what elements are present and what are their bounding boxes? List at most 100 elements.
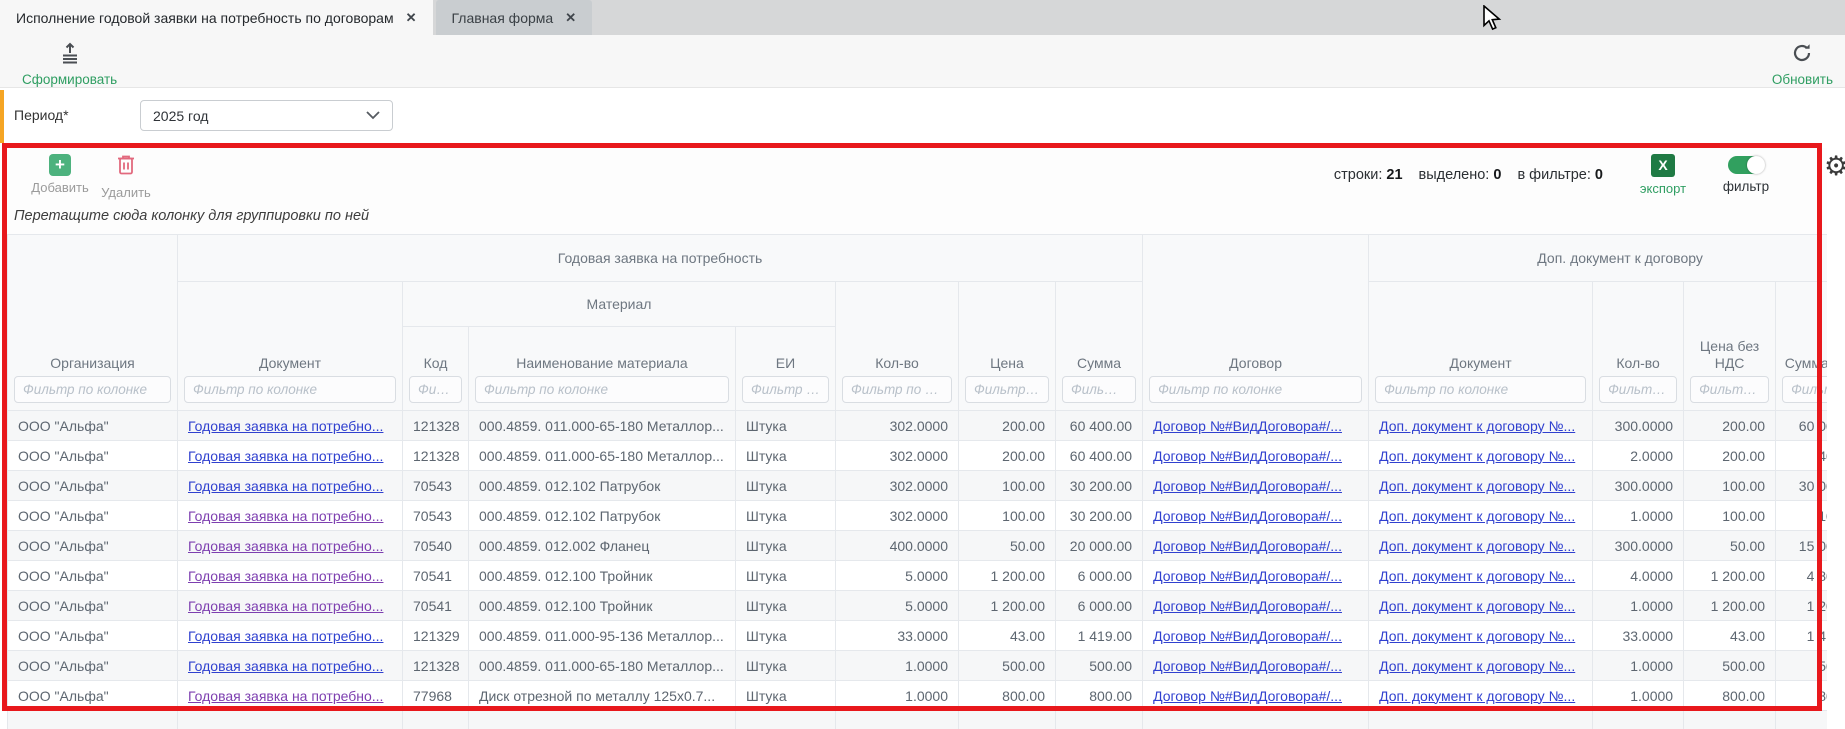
table-row[interactable]: ООО "Альфа"Годовая заявка на потребно...… [8, 621, 1828, 651]
toggle-switch-on[interactable] [1728, 156, 1764, 174]
delete-button[interactable]: Удалить [93, 154, 159, 200]
addendum-link[interactable]: Доп. документ к договору №... [1379, 538, 1575, 554]
cell-dop_qty: 1.0000 [1593, 681, 1684, 711]
period-select[interactable]: 2025 год [140, 100, 393, 131]
period-row: Период* 2025 год [0, 88, 1845, 143]
filter-input-sum[interactable] [1062, 376, 1136, 403]
col-header-code[interactable]: Код [403, 327, 469, 411]
col-header-organization[interactable]: Организация [8, 235, 178, 411]
addendum-link[interactable]: Доп. документ к договору №... [1379, 478, 1575, 494]
contract-link[interactable]: Договор №#ВидДоговора#/... [1153, 508, 1342, 524]
cell-dop_sum: 400.00 [1776, 441, 1827, 471]
cell-sum: 30 200.00 [1056, 471, 1143, 501]
cell-org: ООО "Альфа" [8, 471, 178, 501]
refresh-button[interactable]: Обновить [1772, 42, 1833, 87]
filter-input-unit[interactable] [742, 376, 829, 403]
filter-input-vat-sum[interactable] [1782, 376, 1827, 403]
col-header-addendum-document[interactable]: Документ [1369, 282, 1593, 411]
contract-link[interactable]: Договор №#ВидДоговора#/... [1153, 478, 1342, 494]
contract-link[interactable]: Договор №#ВидДоговора#/... [1153, 598, 1342, 614]
annual-request-link[interactable]: Годовая заявка на потребно... [188, 658, 383, 674]
filter-input-code[interactable] [409, 376, 462, 403]
cell-dop_price: 43.00 [1684, 621, 1776, 651]
addendum-link[interactable]: Доп. документ к договору №... [1379, 568, 1575, 584]
filter-input-document[interactable] [184, 376, 396, 403]
col-header-price[interactable]: Цена [959, 282, 1056, 411]
filter-input-material-name[interactable] [475, 376, 729, 403]
tab-main-form[interactable]: Главная форма ✕ [436, 0, 593, 35]
table-row[interactable]: ООО "Альфа"Годовая заявка на потребно...… [8, 681, 1828, 711]
addendum-link[interactable]: Доп. документ к договору №... [1379, 508, 1575, 524]
filter-input-organization[interactable] [14, 376, 171, 403]
filter-input-addendum-document[interactable] [1375, 376, 1586, 403]
group-header-annual-request: Годовая заявка на потребность [178, 235, 1143, 282]
contract-link[interactable]: Договор №#ВидДоговора#/... [1153, 658, 1342, 674]
col-header-contract[interactable]: Договор [1143, 235, 1369, 411]
cell-dop_sum: 100.00 [1776, 501, 1827, 531]
tab-annual-request-execution[interactable]: Исполнение годовой заявки на потребность… [0, 0, 433, 35]
filter-input-qty[interactable] [842, 376, 952, 403]
col-header-price-without-vat[interactable]: Цена без НДС [1684, 282, 1776, 411]
addendum-link[interactable]: Доп. документ к договору №... [1379, 628, 1575, 644]
close-icon[interactable]: ✕ [565, 10, 576, 26]
annual-request-link[interactable]: Годовая заявка на потребно... [188, 478, 383, 494]
table-row[interactable]: ООО "Альфа"Годовая заявка на потребно...… [8, 441, 1828, 471]
table-row[interactable]: ООО "Альфа"Годовая заявка на потребно...… [8, 651, 1828, 681]
col-header-document[interactable]: Документ [178, 282, 403, 411]
contract-link[interactable]: Договор №#ВидДоговора#/... [1153, 568, 1342, 584]
addendum-link[interactable]: Доп. документ к договору №... [1379, 598, 1575, 614]
export-button[interactable]: X экспорт [1633, 154, 1693, 196]
col-header-sum[interactable]: Сумма [1056, 282, 1143, 411]
addendum-link[interactable]: Доп. документ к договору №... [1379, 688, 1575, 704]
filter-input-price[interactable] [965, 376, 1049, 403]
filter-input-price-without-vat[interactable] [1690, 376, 1769, 403]
cell-dop_doc: Доп. документ к договору №... [1369, 471, 1593, 501]
cell-doc: Годовая заявка на потребно... [178, 501, 403, 531]
annual-request-link[interactable]: Годовая заявка на потребно... [188, 538, 383, 554]
contract-link[interactable]: Договор №#ВидДоговора#/... [1153, 418, 1342, 434]
gear-icon[interactable]: ⚙ [1824, 153, 1845, 180]
cell-name: 000.4859. 011.000-65-180 Металлор... [469, 651, 736, 681]
col-header-addendum-qty[interactable]: Кол-во [1593, 282, 1684, 411]
col-header-qty[interactable]: Кол-во [836, 282, 959, 411]
annual-request-link[interactable]: Годовая заявка на потребно... [188, 688, 383, 704]
contract-link[interactable]: Договор №#ВидДоговора#/... [1153, 538, 1342, 554]
table-row[interactable]: ООО "Альфа"Годовая заявка на потребно...… [8, 411, 1828, 441]
annual-request-link[interactable]: Годовая заявка на потребно... [188, 508, 383, 524]
trash-icon [117, 154, 135, 181]
selected-count: выделено: 0 [1419, 167, 1502, 183]
annual-request-link[interactable]: Годовая заявка на потребно... [188, 568, 383, 584]
cell-doc: Годовая заявка на потребно... [178, 621, 403, 651]
generate-button[interactable]: Сформировать [22, 42, 117, 87]
addendum-link[interactable]: Доп. документ к договору №... [1379, 658, 1575, 674]
contract-link[interactable]: Договор №#ВидДоговора#/... [1153, 688, 1342, 704]
filter-input-contract[interactable] [1149, 376, 1362, 403]
contract-link[interactable]: Договор №#ВидДоговора#/... [1153, 628, 1342, 644]
add-label: Добавить [31, 180, 88, 195]
annual-request-link[interactable]: Годовая заявка на потребно... [188, 448, 383, 464]
table-row[interactable]: ООО "Альфа"Годовая заявка на потребно...… [8, 591, 1828, 621]
addendum-link[interactable]: Доп. документ к договору №... [1379, 448, 1575, 464]
cell-org: ООО "Альфа" [8, 501, 178, 531]
close-icon[interactable]: ✕ [406, 10, 417, 26]
addendum-link[interactable]: Доп. документ к договору №... [1379, 418, 1575, 434]
filter-toggle[interactable]: фильтр [1717, 154, 1775, 194]
cell-dop_price: 200.00 [1684, 411, 1776, 441]
table-row[interactable]: ООО "Альфа" Годовая заявка на потребно...… [8, 471, 1828, 501]
refresh-icon [1791, 42, 1813, 69]
filter-input-addendum-qty[interactable] [1599, 376, 1677, 403]
cell-dop_doc: Доп. документ к договору №... [1369, 561, 1593, 591]
annual-request-link[interactable]: Годовая заявка на потребно... [188, 628, 383, 644]
table-row[interactable]: ООО "Альфа"Годовая заявка на потребно...… [8, 531, 1828, 561]
add-button[interactable]: + Добавить [27, 154, 93, 195]
table-row[interactable]: ООО "Альфа" Годовая заявка на потребно...… [8, 501, 1828, 531]
col-header-vat-sum[interactable]: Сумма НДС [1776, 282, 1827, 411]
contract-link[interactable]: Договор №#ВидДоговора#/... [1153, 448, 1342, 464]
annual-request-link[interactable]: Годовая заявка на потребно... [188, 598, 383, 614]
cell-doc: Годовая заявка на потребно... [178, 411, 403, 441]
annual-request-link[interactable]: Годовая заявка на потребно... [188, 418, 383, 434]
col-header-unit[interactable]: ЕИ [736, 327, 836, 411]
table-row[interactable]: ООО "Альфа"Годовая заявка на потребно...… [8, 561, 1828, 591]
col-header-material-name[interactable]: Наименование материала [469, 327, 736, 411]
cell-code: 121329 [403, 621, 469, 651]
